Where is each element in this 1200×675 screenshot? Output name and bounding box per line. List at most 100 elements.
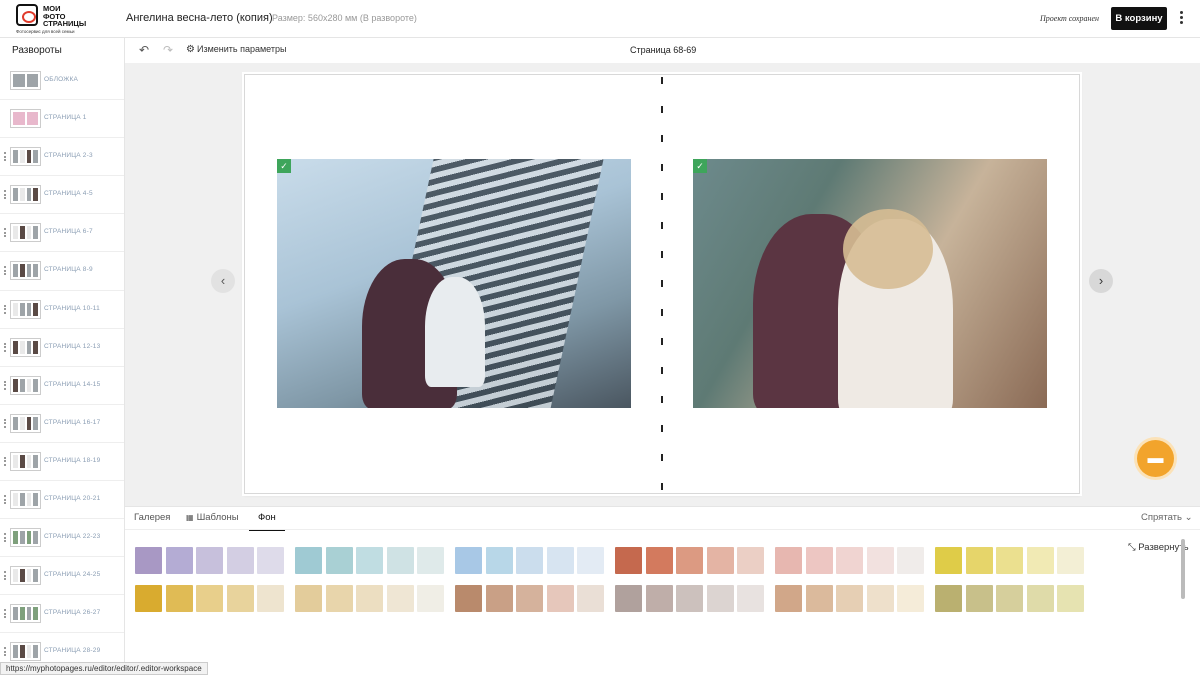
drag-handle-icon[interactable] <box>4 190 7 200</box>
color-swatch[interactable] <box>325 547 353 574</box>
color-swatch[interactable] <box>417 547 444 574</box>
sidebar-item-spread[interactable]: СТРАНИЦА 10-11 <box>0 291 124 329</box>
color-swatch[interactable] <box>836 585 863 612</box>
drag-handle-icon[interactable] <box>4 456 7 466</box>
chevron-right-icon[interactable]: › <box>1089 269 1113 293</box>
chat-icon[interactable]: ▬ <box>1137 440 1174 477</box>
color-swatch[interactable] <box>676 585 703 612</box>
sidebar-item-spread[interactable]: СТРАНИЦА 12-13 <box>0 329 124 367</box>
drag-handle-icon[interactable] <box>4 228 7 238</box>
color-swatch[interactable] <box>417 585 444 612</box>
sidebar-item-spread[interactable]: СТРАНИЦА 18-19 <box>0 443 124 482</box>
color-swatch[interactable] <box>546 585 574 612</box>
sidebar-item-spread[interactable]: СТРАНИЦА 8-9 <box>0 252 124 291</box>
sidebar-item-spread[interactable]: СТРАНИЦА 2-3 <box>0 138 124 177</box>
sidebar-item-spread[interactable]: СТРАНИЦА 20-21 <box>0 481 124 520</box>
drag-handle-icon[interactable] <box>4 266 7 276</box>
drag-handle-icon[interactable] <box>4 495 7 505</box>
drag-handle-icon[interactable] <box>4 571 7 581</box>
color-swatch[interactable] <box>196 585 223 612</box>
photo-left[interactable]: ✓ <box>277 159 631 408</box>
project-title[interactable]: Ангелина весна-лето (копия) <box>126 12 273 24</box>
sidebar-item-spread[interactable]: ОБЛОЖКА <box>0 62 124 101</box>
color-swatch[interactable] <box>196 547 223 574</box>
color-swatch[interactable] <box>226 547 254 574</box>
tab-templates[interactable]: ▦ Шаблоны <box>186 512 239 529</box>
color-swatch[interactable] <box>805 547 833 574</box>
color-swatch[interactable] <box>615 585 642 612</box>
color-swatch[interactable] <box>965 585 993 612</box>
sidebar-item-spread[interactable]: СТРАНИЦА 22-23 <box>0 519 124 558</box>
sidebar-item-spread[interactable]: СТРАНИЦА 6-7 <box>0 214 124 253</box>
sidebar-item-spread[interactable]: СТРАНИЦА 4-5 <box>0 176 124 215</box>
color-swatch[interactable] <box>455 585 482 612</box>
color-swatch[interactable] <box>257 585 284 612</box>
color-swatch[interactable] <box>165 547 193 574</box>
color-swatch[interactable] <box>356 547 383 574</box>
expand-button[interactable]: ⤡ Развернуть <box>1128 542 1189 553</box>
color-swatch[interactable] <box>996 547 1023 574</box>
color-swatch[interactable] <box>295 547 322 574</box>
chevron-left-icon[interactable]: ‹ <box>211 269 235 293</box>
color-swatch[interactable] <box>485 585 513 612</box>
color-swatch[interactable] <box>1026 547 1054 574</box>
color-swatch[interactable] <box>516 547 543 574</box>
photo-right[interactable]: ✓ <box>693 159 1047 408</box>
color-swatch[interactable] <box>485 547 513 574</box>
color-swatch[interactable] <box>836 547 863 574</box>
drag-handle-icon[interactable] <box>4 380 7 390</box>
color-swatch[interactable] <box>1057 585 1084 612</box>
color-swatch[interactable] <box>135 585 162 612</box>
spread-page[interactable]: ✓ ✓ <box>244 74 1080 494</box>
color-swatch[interactable] <box>737 585 764 612</box>
color-swatch[interactable] <box>676 547 703 574</box>
drag-handle-icon[interactable] <box>4 304 7 314</box>
color-swatch[interactable] <box>706 547 734 574</box>
color-swatch[interactable] <box>645 547 673 574</box>
color-swatch[interactable] <box>455 547 482 574</box>
sidebar-item-spread[interactable]: СТРАНИЦА 26-27 <box>0 595 124 634</box>
drag-handle-icon[interactable] <box>4 342 7 352</box>
color-swatch[interactable] <box>516 585 543 612</box>
sidebar-item-spread[interactable]: СТРАНИЦА 14-15 <box>0 367 124 405</box>
more-menu-icon[interactable] <box>1180 11 1184 27</box>
color-swatch[interactable] <box>775 585 802 612</box>
color-swatch[interactable] <box>226 585 254 612</box>
color-swatch[interactable] <box>546 547 574 574</box>
change-params-button[interactable]: ⚙ Изменить параметры <box>186 44 286 55</box>
color-swatch[interactable] <box>805 585 833 612</box>
color-swatch[interactable] <box>996 585 1023 612</box>
color-swatch[interactable] <box>135 547 162 574</box>
drag-handle-icon[interactable] <box>4 418 7 428</box>
color-swatch[interactable] <box>935 585 962 612</box>
sidebar-item-spread[interactable]: СТРАНИЦА 16-17 <box>0 405 124 443</box>
color-swatch[interactable] <box>737 547 764 574</box>
color-swatch[interactable] <box>866 547 894 574</box>
color-swatch[interactable] <box>295 585 322 612</box>
color-swatch[interactable] <box>356 585 383 612</box>
color-swatch[interactable] <box>706 585 734 612</box>
color-swatch[interactable] <box>1026 585 1054 612</box>
color-swatch[interactable] <box>775 547 802 574</box>
logo[interactable]: МОИ ФОТО СТРАНИЦЫ Фотосервис для всей се… <box>14 3 86 35</box>
drag-handle-icon[interactable] <box>4 647 7 657</box>
color-swatch[interactable] <box>935 547 962 574</box>
color-swatch[interactable] <box>165 585 193 612</box>
color-swatch[interactable] <box>866 585 894 612</box>
color-swatch[interactable] <box>577 547 604 574</box>
drag-handle-icon[interactable] <box>4 152 7 162</box>
redo-icon[interactable]: ↷ <box>163 44 175 56</box>
add-to-cart-button[interactable]: В корзину <box>1111 7 1167 30</box>
undo-icon[interactable]: ↶ <box>139 44 151 56</box>
color-swatch[interactable] <box>897 547 924 574</box>
color-swatch[interactable] <box>386 547 414 574</box>
color-swatch[interactable] <box>965 547 993 574</box>
color-swatch[interactable] <box>645 585 673 612</box>
sidebar-item-spread[interactable]: СТРАНИЦА 24-25 <box>0 557 124 596</box>
color-swatch[interactable] <box>577 585 604 612</box>
color-swatch[interactable] <box>615 547 642 574</box>
drag-handle-icon[interactable] <box>4 533 7 543</box>
color-swatch[interactable] <box>386 585 414 612</box>
panel-scrollbar[interactable] <box>1181 539 1185 599</box>
drag-handle-icon[interactable] <box>4 609 7 619</box>
